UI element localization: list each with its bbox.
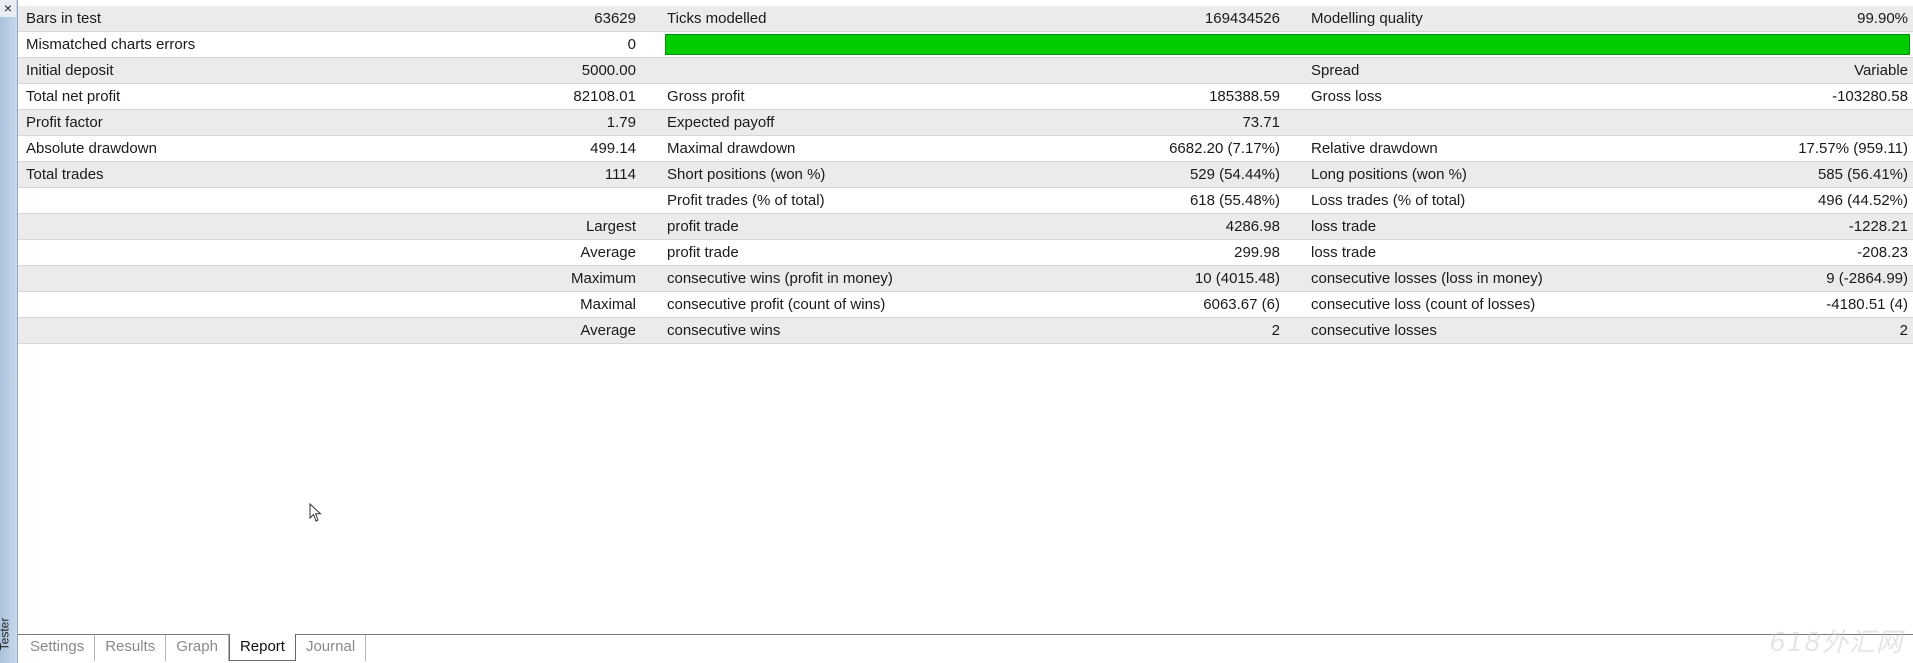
report-row: Maximum consecutive wins (profit in mone… <box>18 266 1913 292</box>
tab-results[interactable]: Results <box>95 635 167 661</box>
report-value: 499.14 <box>590 140 636 157</box>
report-value: Average <box>580 322 636 339</box>
report-value: 2 <box>1271 322 1280 339</box>
report-row: Average consecutive wins 2 consecutive l… <box>18 318 1913 344</box>
report-value: Variable <box>1854 62 1908 79</box>
report-row: Total net profit 82108.01 Gross profit 1… <box>18 84 1913 110</box>
tester-panel-title: Tester <box>0 615 17 655</box>
tester-panel-label: Tester <box>0 617 12 651</box>
report-value: Maximum <box>570 270 636 287</box>
watermark: 618外汇网 <box>1769 628 1903 658</box>
report-value: 17.57% (959.11) <box>1798 140 1908 157</box>
report-row: Absolute drawdown 499.14 Maximal drawdow… <box>18 136 1913 162</box>
report-value: Maximal <box>580 296 636 313</box>
report-value: 2 <box>1899 322 1908 339</box>
report-value: -208.23 <box>1857 244 1908 261</box>
report-value <box>998 58 1280 83</box>
report-row: Initial deposit 5000.00 Spread Variable <box>18 58 1913 84</box>
report-value: 6063.67 (6) <box>1203 296 1280 313</box>
tester-side-strip: × Tester <box>0 0 18 663</box>
report-value: 9 (-2864.99) <box>1826 270 1908 287</box>
report-value: 618 (55.48%) <box>1189 192 1280 209</box>
report-value: 185388.59 <box>1209 88 1280 105</box>
report-row: Profit trades (% of total) 618 (55.48%) … <box>18 188 1913 214</box>
report-value: Average <box>580 244 636 261</box>
tab-report[interactable]: Report <box>228 634 296 661</box>
report-row: Largest profit trade 4286.98 loss trade … <box>18 214 1913 240</box>
report-value: 529 (54.44%) <box>1189 166 1280 183</box>
report-value: 5000.00 <box>581 62 636 79</box>
tab-settings[interactable]: Settings <box>20 635 96 661</box>
tester-window: × Tester Bars in test 63629 Ticks modell… <box>0 0 1913 663</box>
modelling-quality-bar <box>665 34 1910 55</box>
report-value: 1.79 <box>606 114 636 131</box>
tab-journal[interactable]: Journal <box>296 635 367 661</box>
report-value: 169434526 <box>1204 10 1280 27</box>
report-value: 585 (56.41%) <box>1817 166 1908 183</box>
report-value <box>1578 110 1908 135</box>
tester-tabs: Settings Results Graph Report Journal <box>20 634 367 661</box>
report-row: Maximal consecutive profit (count of win… <box>18 292 1913 318</box>
report-value: 4286.98 <box>1225 218 1280 235</box>
report-row: Mismatched charts errors 0 <box>18 32 1913 58</box>
tab-graph[interactable]: Graph <box>166 635 229 661</box>
report-value: 10 (4015.48) <box>1194 270 1280 287</box>
report-row: Profit factor 1.79 Expected payoff 73.71 <box>18 110 1913 136</box>
report-value: 496 (44.52%) <box>1817 192 1908 209</box>
report-value: -1228.21 <box>1848 218 1908 235</box>
report-table: Bars in test 63629 Ticks modelled 169434… <box>18 6 1913 344</box>
report-value: -103280.58 <box>1832 88 1908 105</box>
report-value: -4180.51 (4) <box>1826 296 1908 313</box>
report-row: Total trades 1114 Short positions (won %… <box>18 162 1913 188</box>
report-value: Largest <box>585 218 636 235</box>
report-value: 73.71 <box>1242 114 1280 131</box>
report-value: 1114 <box>604 166 636 183</box>
report-row: Bars in test 63629 Ticks modelled 169434… <box>18 6 1913 32</box>
report-value <box>358 188 636 213</box>
report-row: Average profit trade 299.98 loss trade -… <box>18 240 1913 266</box>
report-value: 299.98 <box>1234 244 1280 261</box>
report-value: 6682.20 (7.17%) <box>1169 140 1280 157</box>
report-value: 99.90% <box>1857 10 1908 27</box>
report-value: 0 <box>627 36 636 53</box>
close-icon[interactable]: × <box>0 0 16 17</box>
mouse-cursor-icon <box>309 502 323 523</box>
report-value: 82108.01 <box>573 88 636 105</box>
report-value: 63629 <box>594 10 636 27</box>
